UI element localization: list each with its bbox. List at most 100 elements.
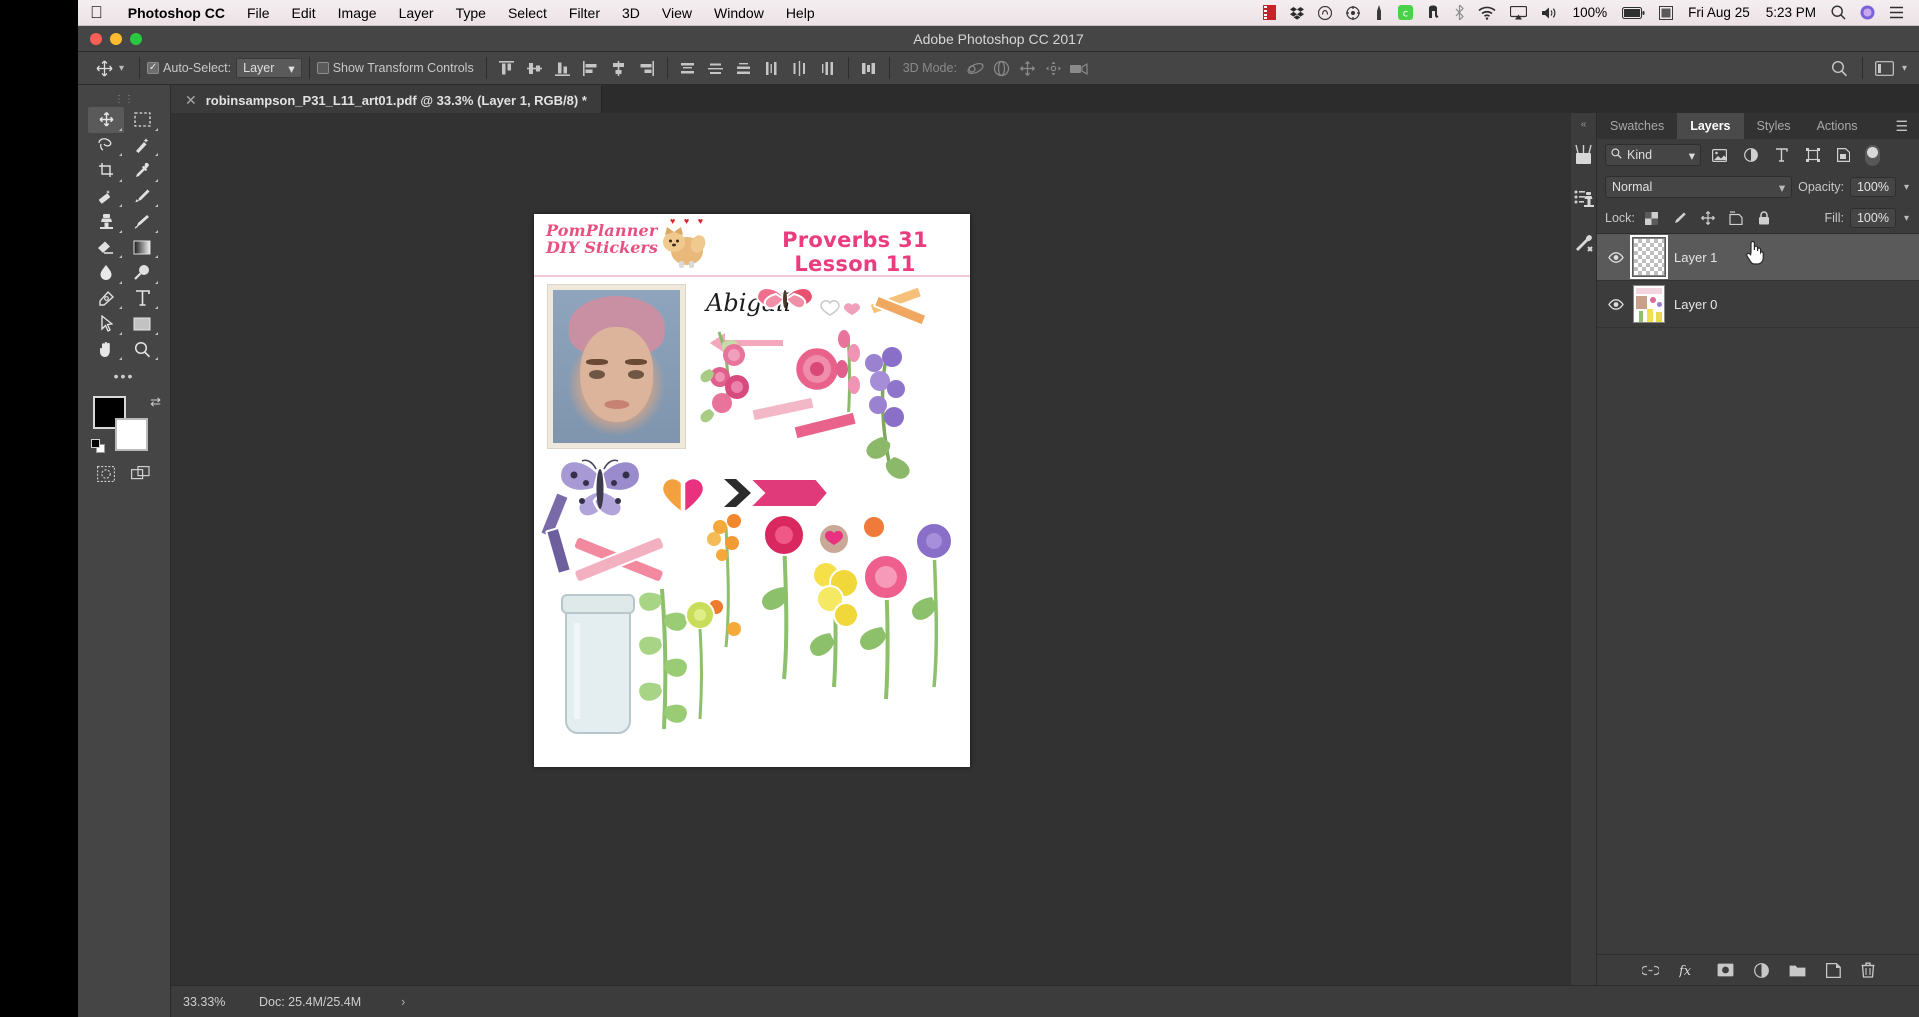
battery-icon[interactable] <box>1615 0 1652 26</box>
screen-mode-icon[interactable] <box>131 466 151 487</box>
menu-item-type[interactable]: Type <box>445 0 497 26</box>
close-icon[interactable]: ✕ <box>185 92 197 109</box>
siri-icon[interactable] <box>1853 0 1882 26</box>
rectangular-marquee-tool[interactable] <box>124 107 160 133</box>
zoom-level[interactable]: 33.33% <box>171 995 251 1009</box>
menu-date[interactable]: Fri Aug 25 <box>1680 5 1758 20</box>
zoom-button[interactable] <box>130 33 142 45</box>
align-vertical-centers-icon[interactable] <box>522 56 548 80</box>
filter-pixel-icon[interactable] <box>1707 144 1732 166</box>
layer-thumbnail[interactable] <box>1633 285 1665 323</box>
new-group-icon[interactable] <box>1789 963 1806 977</box>
link-layers-icon[interactable] <box>1642 965 1659 976</box>
dropbox-icon[interactable] <box>1283 0 1311 26</box>
menu-item-file[interactable]: File <box>236 0 281 26</box>
film-icon[interactable] <box>1256 0 1283 26</box>
notification-center-icon[interactable] <box>1882 0 1911 26</box>
tab-swatches[interactable]: Swatches <box>1597 113 1677 139</box>
auto-select-dropdown[interactable]: Layer ▾ <box>236 58 302 78</box>
path-selection-tool[interactable] <box>88 311 124 337</box>
pen-icon[interactable] <box>1367 0 1391 26</box>
document-canvas[interactable]: PomPlanner DIY Stickers ♥ ♥ ♥ <box>534 214 970 767</box>
canvas-area[interactable]: PomPlanner DIY Stickers ♥ ♥ ♥ <box>171 113 1571 985</box>
panel-grip-icon[interactable]: ⋮⋮ <box>78 93 170 105</box>
menu-item-view[interactable]: View <box>651 0 703 26</box>
menu-item-help[interactable]: Help <box>775 0 826 26</box>
search-icon[interactable] <box>1827 56 1853 80</box>
layer-style-fx-icon[interactable]: fx <box>1679 963 1697 978</box>
lock-image-pixels-icon[interactable] <box>1669 208 1691 228</box>
align-horizontal-centers-icon[interactable] <box>606 56 632 80</box>
tool-preset-chevron-icon[interactable]: ▾ <box>117 63 126 74</box>
lock-all-icon[interactable] <box>1753 208 1775 228</box>
wifi-icon[interactable] <box>1471 0 1503 26</box>
distribute-right-edges-icon[interactable] <box>815 56 841 80</box>
menu-item-3d[interactable]: 3D <box>611 0 651 26</box>
blur-tool[interactable] <box>88 260 124 286</box>
filter-shape-icon[interactable] <box>1800 144 1825 166</box>
layers-list[interactable]: Layer 1 Layer 0 <box>1597 233 1919 955</box>
slide-3d-icon[interactable] <box>1041 56 1067 80</box>
eye-icon[interactable] <box>1607 252 1624 263</box>
tab-layers[interactable]: Layers <box>1677 113 1743 139</box>
menu-item-edit[interactable]: Edit <box>281 0 327 26</box>
pen-tool[interactable] <box>88 286 124 312</box>
lock-artboard-nesting-icon[interactable] <box>1725 208 1747 228</box>
layer-name[interactable]: Layer 1 <box>1674 250 1717 265</box>
hand-tool[interactable] <box>88 337 124 363</box>
filter-enable-toggle[interactable] <box>1865 145 1880 166</box>
layer-thumbnail[interactable] <box>1633 238 1665 276</box>
tab-actions[interactable]: Actions <box>1804 113 1871 139</box>
quick-mask-mode-icon[interactable] <box>97 466 115 487</box>
distribute-horizontal-centers-icon[interactable] <box>787 56 813 80</box>
filter-smart-object-icon[interactable] <box>1831 144 1856 166</box>
layer-row-layer-1[interactable]: Layer 1 <box>1597 234 1919 281</box>
lock-transparent-pixels-icon[interactable] <box>1641 208 1663 228</box>
edit-toolbar-ellipsis-icon[interactable]: ••• <box>78 362 170 386</box>
chevron-down-icon[interactable]: ▾ <box>1900 63 1909 74</box>
quick-selection-tool[interactable] <box>124 133 160 159</box>
zoom-tool[interactable] <box>124 337 160 363</box>
minimize-button[interactable] <box>110 33 122 45</box>
menu-item-layer[interactable]: Layer <box>388 0 445 26</box>
brushes-panel-icon[interactable] <box>1571 133 1596 177</box>
delete-layer-icon[interactable] <box>1861 962 1875 978</box>
fill-input[interactable]: 100% <box>1850 208 1896 228</box>
align-top-edges-icon[interactable] <box>494 56 520 80</box>
add-layer-mask-icon[interactable] <box>1717 963 1734 977</box>
spot-healing-brush-tool[interactable] <box>88 184 124 210</box>
tool-presets-panel-icon[interactable] <box>1571 221 1596 265</box>
eye-icon[interactable] <box>1607 299 1624 310</box>
panel-menu-icon[interactable]: ☰ <box>1884 113 1919 139</box>
background-color-swatch[interactable] <box>115 418 148 451</box>
bluetooth-icon[interactable] <box>1448 0 1471 26</box>
filter-type-icon[interactable] <box>1769 144 1794 166</box>
gradient-tool[interactable] <box>124 235 160 261</box>
new-adjustment-layer-icon[interactable] <box>1754 963 1769 978</box>
show-transform-controls-checkbox[interactable] <box>317 62 329 74</box>
swap-colors-icon[interactable]: ⇄ <box>150 394 161 410</box>
layer-name[interactable]: Layer 0 <box>1674 297 1717 312</box>
new-layer-icon[interactable] <box>1826 963 1841 978</box>
brush-tool[interactable] <box>124 184 160 210</box>
pan-3d-icon[interactable] <box>1015 56 1041 80</box>
move-tool-icon[interactable]: ▾ <box>84 60 132 77</box>
rectangle-tool[interactable] <box>124 311 160 337</box>
distribute-bottom-edges-icon[interactable] <box>731 56 757 80</box>
filter-adjustment-icon[interactable] <box>1738 144 1763 166</box>
eraser-tool[interactable] <box>88 235 124 261</box>
align-bottom-edges-icon[interactable] <box>550 56 576 80</box>
close-button[interactable] <box>90 33 102 45</box>
history-brush-tool[interactable] <box>124 209 160 235</box>
type-tool[interactable] <box>124 286 160 312</box>
menu-app-name[interactable]: Photoshop CC <box>117 0 236 26</box>
distribute-left-edges-icon[interactable] <box>759 56 785 80</box>
roll-3d-icon[interactable] <box>989 56 1015 80</box>
align-more-options-icon[interactable] <box>856 56 882 80</box>
volume-icon[interactable] <box>1534 0 1565 26</box>
menu-item-window[interactable]: Window <box>703 0 775 26</box>
collapse-panels-icon[interactable]: « <box>1571 119 1596 133</box>
spotlight-search-icon[interactable] <box>1824 0 1853 26</box>
apple-icon[interactable]:  <box>78 4 117 21</box>
dodge-tool[interactable] <box>124 260 160 286</box>
